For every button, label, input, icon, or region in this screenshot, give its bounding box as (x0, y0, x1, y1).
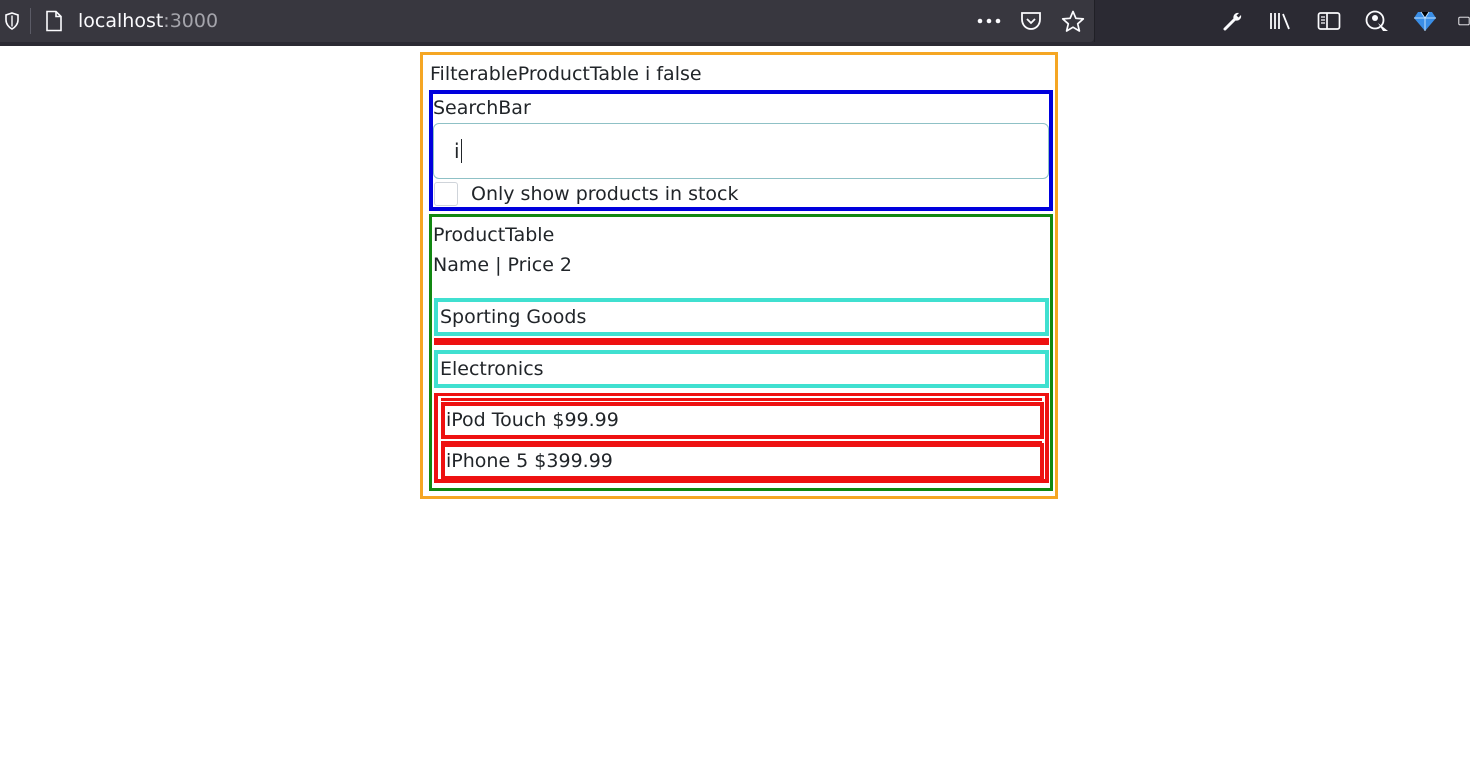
page-icon[interactable] (42, 0, 66, 42)
text-caret (460, 139, 462, 163)
category-name: Electronics (440, 358, 544, 380)
url-port: :3000 (163, 10, 219, 32)
empty-product-list (434, 338, 1049, 345)
sidebar-icon[interactable] (1316, 0, 1342, 42)
category-row-electronics: Electronics (434, 350, 1049, 388)
wrench-icon[interactable] (1220, 0, 1246, 42)
product-table-header: Name | Price 2 (433, 254, 573, 276)
product-list: iPod Touch $99.99 iPhone 5 $399.99 (434, 393, 1049, 483)
search-input[interactable]: i (433, 123, 1049, 179)
more-actions-icon[interactable] (976, 0, 1002, 42)
url-host: localhost (78, 10, 164, 32)
product-row: iPhone 5 $399.99 (441, 443, 1044, 480)
product-list-divider (441, 480, 1042, 482)
app-title: FilterableProductTable i false (430, 63, 702, 85)
filterable-product-table: FilterableProductTable i false SearchBar… (420, 52, 1058, 499)
search-bar-label: SearchBar (433, 97, 531, 119)
url-bar[interactable]: localhost:3000 (0, 0, 1094, 42)
search-input-value: i (454, 139, 460, 163)
pocket-icon[interactable] (1018, 0, 1044, 42)
diamond-extension-icon[interactable] (1412, 0, 1438, 42)
search-bar: SearchBar i Only show products in stock (429, 90, 1053, 211)
product-table-label: ProductTable (433, 224, 555, 246)
category-name: Sporting Goods (440, 306, 587, 328)
product-row: iPod Touch $99.99 (441, 402, 1044, 439)
account-warning-icon[interactable] (1364, 0, 1390, 42)
toolbar-divider (1094, 0, 1095, 42)
product-table: ProductTable Name | Price 2 Sporting Goo… (429, 214, 1053, 491)
in-stock-label[interactable]: Only show products in stock (471, 183, 739, 205)
library-icon[interactable] (1268, 0, 1294, 42)
in-stock-filter: Only show products in stock (433, 181, 739, 207)
browser-toolbar: localhost:3000 (0, 0, 1470, 46)
url-text[interactable]: localhost:3000 (78, 0, 218, 42)
in-stock-checkbox[interactable] (434, 182, 458, 206)
overflow-menu-icon[interactable] (1458, 0, 1470, 42)
product-text: iPod Touch $99.99 (446, 409, 619, 431)
category-row-sporting-goods: Sporting Goods (434, 298, 1049, 336)
product-text: iPhone 5 $399.99 (446, 450, 613, 472)
shield-icon[interactable] (2, 0, 22, 42)
product-list-divider (441, 398, 1042, 401)
bookmark-star-icon[interactable] (1060, 0, 1086, 42)
